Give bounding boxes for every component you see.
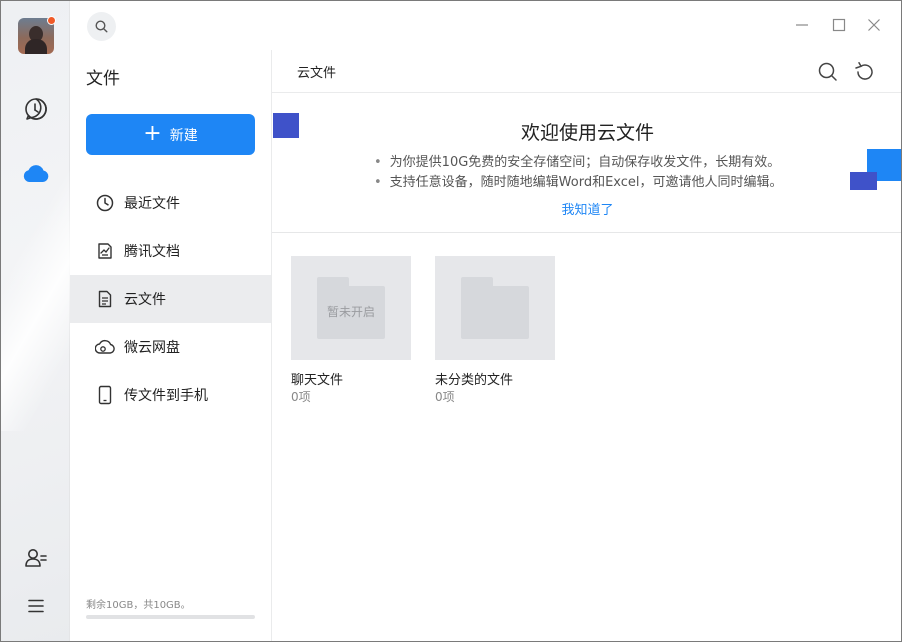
minimize-icon	[796, 24, 808, 26]
main-header: 云文件	[272, 50, 901, 93]
sidebar-item-label: 最近文件	[124, 196, 180, 212]
banner-line: • 为你提供10G免费的安全存储空间；自动保存收发文件，长期有效。	[374, 155, 781, 170]
minimize-button[interactable]	[791, 14, 813, 36]
folder-icon	[461, 277, 529, 339]
plus-icon: +	[143, 120, 162, 146]
banner-line: • 支持任意设备，随时随地编辑Word和Excel，可邀请他人同时编辑。	[374, 175, 783, 190]
dismiss-banner-link[interactable]: 我知道了	[272, 199, 901, 218]
phone-icon	[95, 385, 115, 405]
folder-count: 0项	[435, 390, 455, 404]
close-button[interactable]	[863, 14, 885, 36]
storage-text: 剩余10GB，共10GB。	[86, 600, 191, 611]
weiyun-cloud-icon	[95, 337, 115, 357]
sidebar-item-weiyun[interactable]: 微云网盘	[70, 323, 271, 371]
folder-card-uncategorized[interactable]	[435, 256, 555, 360]
sidebar-item-label: 腾讯文档	[124, 244, 180, 260]
sidebar-item-send-to-phone[interactable]: 传文件到手机	[70, 371, 271, 419]
new-button[interactable]: + 新建	[86, 114, 255, 155]
chat-bubble-icon[interactable]	[22, 95, 50, 123]
welcome-banner: 欢迎使用云文件 • 为你提供10G免费的安全存储空间；自动保存收发文件，长期有效。…	[272, 93, 901, 233]
folder-name[interactable]: 聊天文件	[291, 369, 343, 388]
banner-line-text: 为你提供10G免费的安全存储空间；自动保存收发文件，长期有效。	[389, 155, 781, 170]
refresh-icon	[855, 62, 873, 80]
rail-decoration	[1, 171, 70, 431]
close-icon	[868, 19, 880, 31]
breadcrumb: 云文件	[297, 66, 337, 81]
icon-rail	[1, 1, 70, 641]
storage-bar	[86, 615, 255, 619]
folder-count: 0项	[291, 390, 311, 404]
sidebar-item-label: 传文件到手机	[124, 388, 208, 404]
sidebar-title: 文件	[86, 69, 120, 89]
new-button-label: 新建	[169, 127, 198, 144]
maximize-button[interactable]	[828, 14, 850, 36]
contacts-icon[interactable]	[22, 544, 50, 572]
sidebar-item-recent-files[interactable]: 最近文件	[70, 179, 271, 227]
notification-dot	[47, 16, 56, 25]
folder-card-chat-files[interactable]: 暂未开启	[291, 256, 411, 360]
tencent-doc-icon	[95, 241, 115, 261]
cloud-icon[interactable]	[22, 159, 50, 187]
sidebar-item-label: 云文件	[124, 292, 166, 308]
search-icon	[818, 62, 837, 81]
menu-icon[interactable]	[22, 592, 50, 620]
app-window: 文件 + 新建 最近文件 腾讯文档 云文件 微云网盘 传文件到手机 剩余10GB…	[0, 0, 902, 642]
sidebar-item-cloud-files[interactable]: 云文件	[70, 275, 271, 323]
file-sidebar: 文件 + 新建 最近文件 腾讯文档 云文件 微云网盘 传文件到手机 剩余10GB…	[70, 50, 272, 641]
sidebar-item-tencent-docs[interactable]: 腾讯文档	[70, 227, 271, 275]
search-button[interactable]	[816, 60, 840, 84]
sidebar-item-label: 微云网盘	[124, 340, 180, 356]
refresh-button[interactable]	[852, 60, 876, 84]
search-icon	[95, 20, 108, 33]
document-icon	[95, 289, 115, 309]
banner-line-text: 支持任意设备，随时随地编辑Word和Excel，可邀请他人同时编辑。	[389, 175, 783, 190]
banner-title: 欢迎使用云文件	[520, 122, 654, 144]
banner-decor-square	[850, 172, 877, 190]
clock-icon	[95, 193, 115, 213]
folder-icon: 暂未开启	[317, 277, 385, 339]
maximize-icon	[832, 18, 846, 32]
global-search-button[interactable]	[87, 12, 116, 41]
folder-overlay-text: 暂未开启	[326, 305, 375, 319]
folder-name[interactable]: 未分类的文件	[435, 369, 513, 388]
